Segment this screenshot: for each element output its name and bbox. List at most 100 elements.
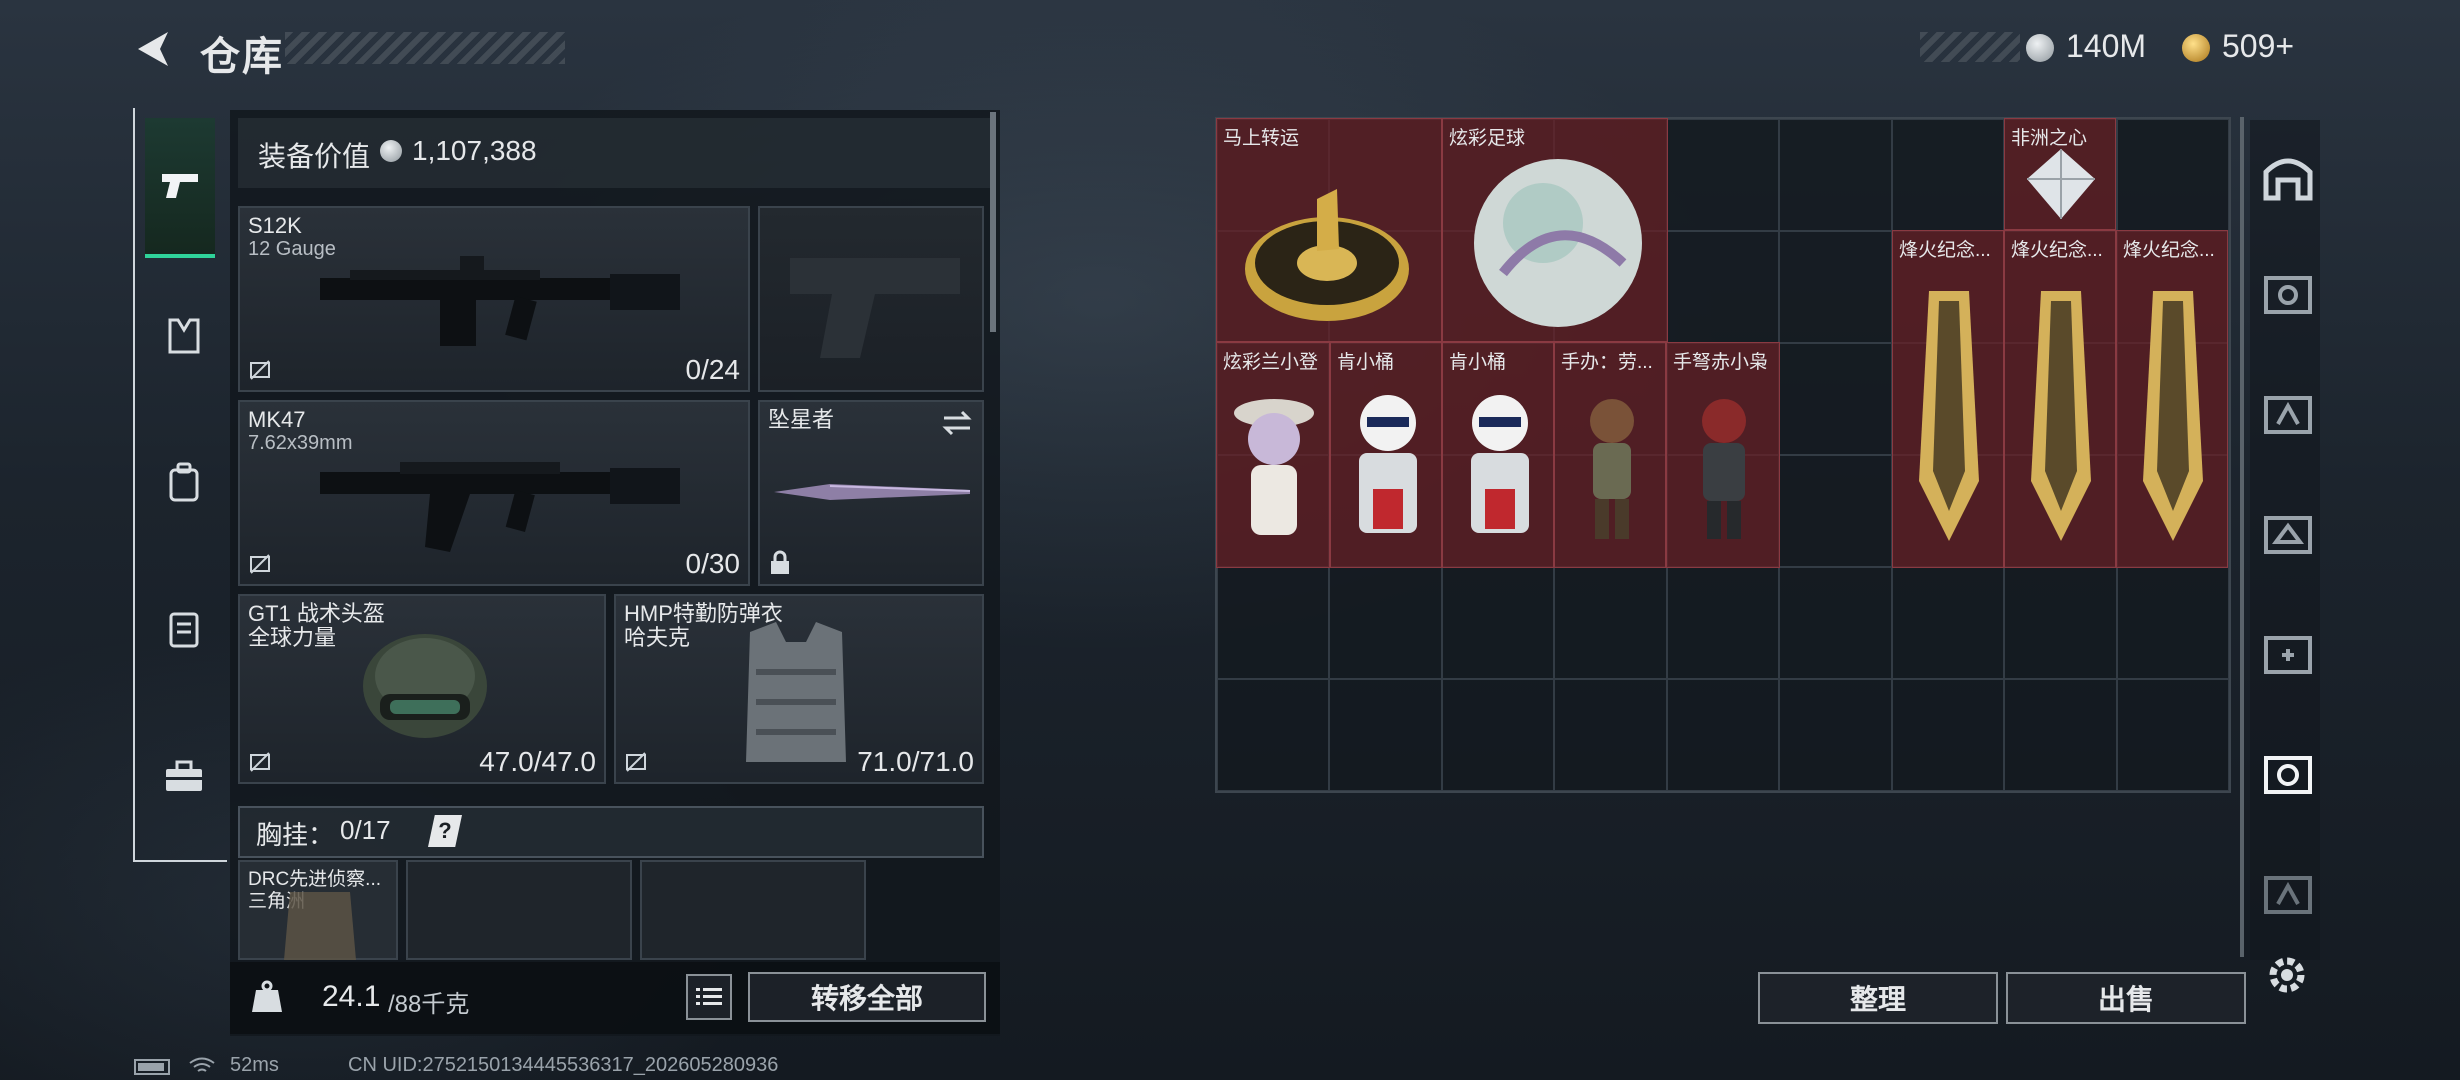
stash-cell[interactable]: [2116, 679, 2229, 791]
stash-cell[interactable]: [1329, 567, 1442, 679]
pistol-icon: [162, 174, 198, 198]
item-name: 烽火纪念...: [2011, 240, 2103, 261]
chest-rig-image: [284, 892, 356, 960]
chest-rig-capacity: 0/17: [340, 815, 391, 845]
helmet-slot[interactable]: GT1 战术头盔 全球力量 47.0/47.0: [238, 594, 606, 784]
warehouse-icon[interactable]: [2262, 150, 2314, 202]
stash-tab-icon[interactable]: [2262, 868, 2314, 916]
stash-cell[interactable]: [1666, 679, 1780, 791]
primary-weapon-slot[interactable]: S12K 12 Gauge 0/24: [238, 206, 750, 392]
figurine-image: [1590, 399, 1634, 539]
stash-tab-icon[interactable]: [2262, 388, 2314, 436]
stash-cell[interactable]: [1779, 567, 1892, 679]
ping: 52ms: [230, 1054, 279, 1076]
ammo-count: 0/30: [685, 548, 741, 579]
iridescent-ball-image: [1474, 159, 1642, 327]
nav-secure-case[interactable]: [148, 740, 220, 812]
stash-cell[interactable]: [1217, 679, 1330, 791]
stash-item[interactable]: 手弩赤小枭: [1666, 342, 1780, 568]
stash-cell[interactable]: [1666, 231, 1780, 343]
chest-rig-label: 胸挂：: [256, 820, 335, 850]
stash-cell[interactable]: [1891, 679, 2005, 791]
stash-item[interactable]: 手办：劳...: [1554, 342, 1666, 568]
sort-button[interactable]: 整理: [1758, 972, 1998, 1024]
stash-item[interactable]: 肯小桶: [1442, 342, 1554, 568]
lucky-disc-image: [1245, 189, 1409, 321]
stash-cell[interactable]: [2004, 567, 2117, 679]
silver-balance[interactable]: 140M: [2066, 28, 2146, 65]
stash-cell[interactable]: [1779, 231, 1892, 343]
gold-balance[interactable]: 509+: [2222, 28, 2294, 65]
stash-cell[interactable]: [1554, 567, 1667, 679]
weight-icon: [252, 980, 282, 1012]
durability: 71.0/71.0: [857, 746, 974, 777]
item-name: 手弩赤小枭: [1673, 352, 1769, 373]
stash-cell[interactable]: [1891, 119, 2005, 231]
chest-rig-item-slot[interactable]: DRC先进侦察... 三角洲: [238, 860, 398, 960]
empty-slot[interactable]: [406, 860, 632, 960]
page-title: 仓库: [200, 35, 284, 79]
back-button[interactable]: [132, 28, 174, 70]
helmet-image: [363, 634, 487, 738]
pistol-slot[interactable]: [758, 206, 984, 392]
empty-slot[interactable]: [640, 860, 866, 960]
stash-cell[interactable]: [1779, 455, 1892, 567]
gold-coin-icon: [2182, 34, 2210, 62]
stash-cell[interactable]: [1666, 119, 1780, 231]
stash-tab-icon[interactable]: [2262, 268, 2314, 316]
gear-icon[interactable]: [2264, 952, 2310, 998]
stash-tab-icon-active[interactable]: [2262, 748, 2314, 796]
stash-cell[interactable]: [1441, 567, 1555, 679]
stash-item[interactable]: 肯小桶: [1330, 342, 1442, 568]
lock-icon: [771, 550, 789, 574]
helmet-brand: 全球力量: [248, 625, 337, 650]
stash-item[interactable]: 马上转运: [1216, 118, 1442, 342]
nav-chest-rig[interactable]: [148, 300, 220, 372]
stash-item[interactable]: 烽火纪念...: [2004, 230, 2116, 568]
stash-cell[interactable]: [1779, 679, 1892, 791]
stash-tab-icon[interactable]: [2262, 628, 2314, 676]
silver-coin-icon: [380, 140, 402, 162]
stash-cell[interactable]: [1329, 679, 1442, 791]
item-name: 手办：劳...: [1561, 352, 1653, 373]
nav-weapons[interactable]: [145, 118, 215, 258]
trophy-image: [1919, 291, 1979, 541]
list-view-button[interactable]: [686, 974, 732, 1020]
stash-cell[interactable]: [1779, 343, 1892, 455]
loadout-scrollbar[interactable]: [990, 112, 996, 332]
stash-cell[interactable]: [2116, 119, 2229, 231]
colonel-figurine-image: [1471, 395, 1529, 533]
stash-cell[interactable]: [2004, 679, 2117, 791]
figurine-image: [1702, 399, 1746, 539]
stash-scrollbar[interactable]: [2240, 117, 2244, 957]
stash-cell[interactable]: [1441, 679, 1555, 791]
melee-slot[interactable]: 坠星者: [758, 400, 984, 586]
secondary-weapon-slot[interactable]: MK47 7.62x39mm 0/30: [238, 400, 750, 586]
sell-button[interactable]: 出售: [2006, 972, 2246, 1024]
nav-backpack[interactable]: [148, 446, 220, 518]
body-armor-image: [746, 622, 846, 762]
stash-cell[interactable]: [1666, 567, 1780, 679]
uid: CN UID:2752150134445536317_202605280936: [348, 1054, 779, 1076]
stash-cell[interactable]: [1779, 119, 1892, 231]
stash-cell[interactable]: [1554, 679, 1667, 791]
no-attachment-icon: [626, 752, 646, 772]
stash-tab-icon[interactable]: [2262, 508, 2314, 556]
knife-image: [774, 484, 971, 500]
transfer-all-button[interactable]: 转移全部: [748, 972, 986, 1022]
equipment-value: 1,107,388: [412, 135, 537, 166]
wifi-icon: [189, 1057, 215, 1072]
stash-cell[interactable]: [1891, 567, 2005, 679]
stash-item[interactable]: 非洲之心: [2004, 118, 2116, 230]
nav-pouch[interactable]: [148, 592, 220, 664]
stash-cell[interactable]: [2116, 567, 2229, 679]
item-name: 马上转运: [1223, 128, 1300, 149]
stash-item[interactable]: 炫彩足球: [1442, 118, 1668, 342]
armor-slot[interactable]: HMP特勤防弹衣 哈夫克 71.0/71.0: [614, 594, 984, 784]
swap-icon[interactable]: [940, 408, 974, 438]
stash-item[interactable]: 炫彩兰小登: [1216, 342, 1330, 568]
stash-cell[interactable]: [1217, 567, 1330, 679]
stash-item[interactable]: 烽火纪念...: [2116, 230, 2228, 568]
stash-item[interactable]: 烽火纪念...: [1892, 230, 2004, 568]
backpack-icon: [169, 462, 199, 502]
